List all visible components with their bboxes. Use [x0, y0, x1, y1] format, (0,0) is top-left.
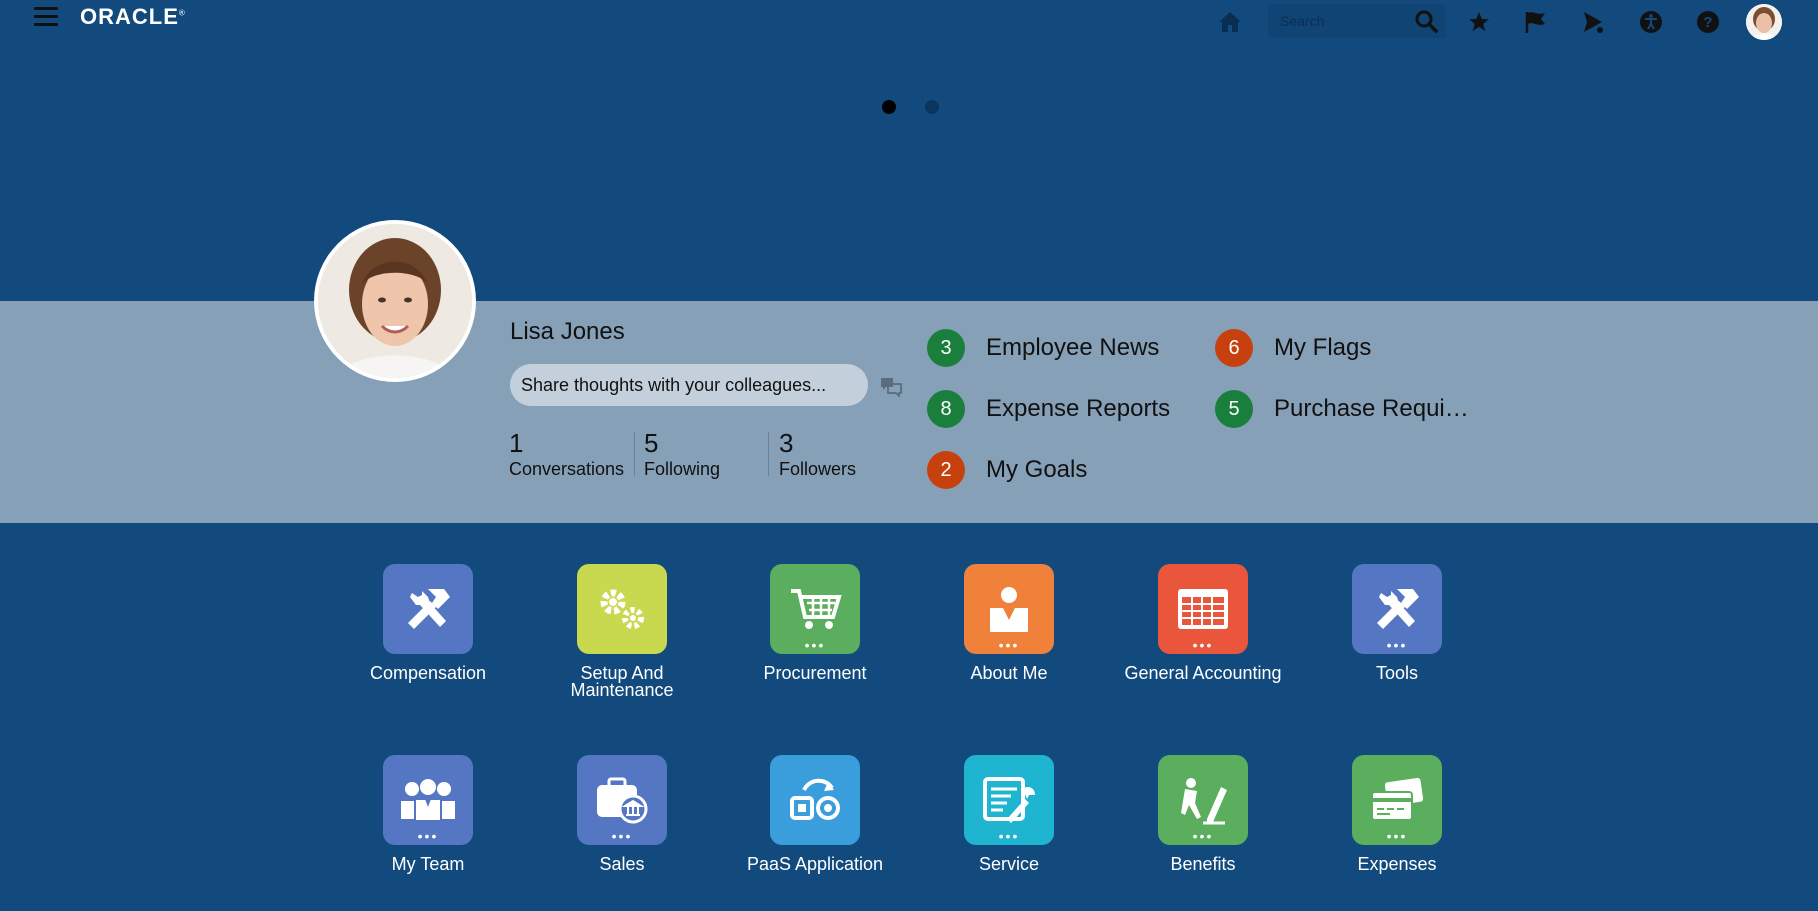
- carousel-dot-2[interactable]: [925, 100, 939, 114]
- logo-text: ORACLE: [80, 4, 179, 29]
- star-icon[interactable]: [1466, 9, 1492, 35]
- stat-label: Following: [644, 459, 721, 479]
- notification-label: Employee News: [986, 334, 1160, 361]
- app-tile-procurement[interactable]: ••• Procurement: [720, 564, 910, 682]
- app-tile-setup-and-maintenance[interactable]: Setup And Maintenance: [527, 564, 717, 699]
- count-badge: 2: [927, 451, 965, 489]
- help-icon[interactable]: ?: [1695, 9, 1721, 35]
- ledger-icon: •••: [1158, 564, 1248, 654]
- share-thoughts-input[interactable]: [510, 364, 868, 406]
- count-badge: 5: [1215, 390, 1253, 428]
- stat-divider: [634, 432, 635, 476]
- service-icon: •••: [964, 755, 1054, 845]
- carousel-dot-1[interactable]: [882, 100, 896, 114]
- app-label: Sales: [599, 854, 645, 874]
- app-label: Tools: [1375, 663, 1419, 683]
- person-icon: •••: [964, 564, 1054, 654]
- app-label: Compensation: [369, 663, 487, 683]
- app-tile-general-accounting[interactable]: ••• General Accounting: [1108, 564, 1298, 682]
- profile-photo[interactable]: [314, 220, 476, 382]
- more-dots-icon: •••: [998, 637, 1020, 653]
- stat-number: 3: [779, 428, 794, 458]
- app-label: Procurement: [763, 663, 867, 683]
- more-dots-icon: •••: [417, 828, 439, 844]
- gears-icon: [577, 564, 667, 654]
- app-tile-about-me[interactable]: ••• About Me: [914, 564, 1104, 682]
- notification-my-flags[interactable]: 6 My Flags: [1215, 329, 1371, 367]
- notification-my-goals[interactable]: 2 My Goals: [927, 451, 1087, 489]
- stat-label: Followers: [779, 459, 857, 479]
- app-tile-sales[interactable]: ••• Sales: [527, 755, 717, 873]
- tools-icon: •••: [1352, 564, 1442, 654]
- count-badge: 3: [927, 329, 965, 367]
- oracle-logo[interactable]: ORACLE®: [80, 4, 186, 30]
- stat-divider: [768, 432, 769, 476]
- profile-band: [0, 301, 1818, 523]
- app-tile-service[interactable]: ••• Service: [914, 755, 1104, 873]
- stat-followers[interactable]: 3 Followers: [779, 428, 856, 480]
- benefits-icon: •••: [1158, 755, 1248, 845]
- more-dots-icon: •••: [1386, 828, 1408, 844]
- app-tile-paas-application[interactable]: PaaS Application: [720, 755, 910, 873]
- app-tile-my-team[interactable]: ••• My Team: [333, 755, 523, 873]
- stat-number: 1: [509, 428, 524, 458]
- notification-purchase-requisitions[interactable]: 5 Purchase Requi…: [1215, 390, 1469, 428]
- menu-icon[interactable]: [34, 7, 58, 27]
- flag-icon[interactable]: [1523, 9, 1549, 35]
- app-label: Benefits: [1170, 854, 1236, 874]
- svg-text:?: ?: [1703, 14, 1712, 31]
- app-label: Setup And Maintenance: [570, 663, 674, 700]
- search-input[interactable]: [1280, 11, 1410, 31]
- tools-icon: [383, 564, 473, 654]
- stat-following[interactable]: 5 Following: [644, 428, 720, 480]
- app-label: About Me: [970, 663, 1048, 683]
- notification-label: My Goals: [986, 456, 1088, 483]
- app-label: General Accounting: [1124, 663, 1282, 683]
- app-tile-benefits[interactable]: ••• Benefits: [1108, 755, 1298, 873]
- more-dots-icon: •••: [611, 828, 633, 844]
- home-icon[interactable]: [1217, 9, 1243, 35]
- user-avatar[interactable]: [1746, 4, 1782, 40]
- app-label: PaaS Application: [746, 854, 884, 874]
- search-icon[interactable]: [1414, 9, 1438, 33]
- paas-icon: [770, 755, 860, 845]
- notification-label: My Flags: [1274, 334, 1372, 361]
- more-dots-icon: •••: [998, 828, 1020, 844]
- app-label: Service: [978, 854, 1040, 874]
- accessibility-icon[interactable]: [1638, 9, 1664, 35]
- cart-icon: •••: [770, 564, 860, 654]
- team-icon: •••: [383, 755, 473, 845]
- count-badge: 6: [1215, 329, 1253, 367]
- user-name[interactable]: Lisa Jones: [510, 318, 625, 346]
- app-tile-expenses[interactable]: ••• Expenses: [1302, 755, 1492, 873]
- more-dots-icon: •••: [1192, 828, 1214, 844]
- chat-icon[interactable]: [880, 377, 902, 399]
- more-dots-icon: •••: [1386, 637, 1408, 653]
- app-label: My Team: [391, 854, 465, 874]
- stat-conversations[interactable]: 1 Conversations: [509, 428, 624, 480]
- app-tile-tools[interactable]: ••• Tools: [1302, 564, 1492, 682]
- notification-label: Purchase Requi…: [1274, 395, 1469, 422]
- expenses-icon: •••: [1352, 755, 1442, 845]
- count-badge: 8: [927, 390, 965, 428]
- notification-employee-news[interactable]: 3 Employee News: [927, 329, 1159, 367]
- app-label: Expenses: [1357, 854, 1437, 874]
- sales-icon: •••: [577, 755, 667, 845]
- bell-icon[interactable]: [1580, 9, 1606, 35]
- notification-label: Expense Reports: [986, 395, 1171, 422]
- more-dots-icon: •••: [1192, 637, 1214, 653]
- app-tile-compensation[interactable]: Compensation: [333, 564, 523, 682]
- stat-number: 5: [644, 428, 659, 458]
- stat-label: Conversations: [509, 459, 625, 479]
- search-box: [1268, 4, 1446, 38]
- more-dots-icon: •••: [804, 637, 826, 653]
- top-bar: ORACLE® ?: [0, 0, 1818, 46]
- notification-expense-reports[interactable]: 8 Expense Reports: [927, 390, 1170, 428]
